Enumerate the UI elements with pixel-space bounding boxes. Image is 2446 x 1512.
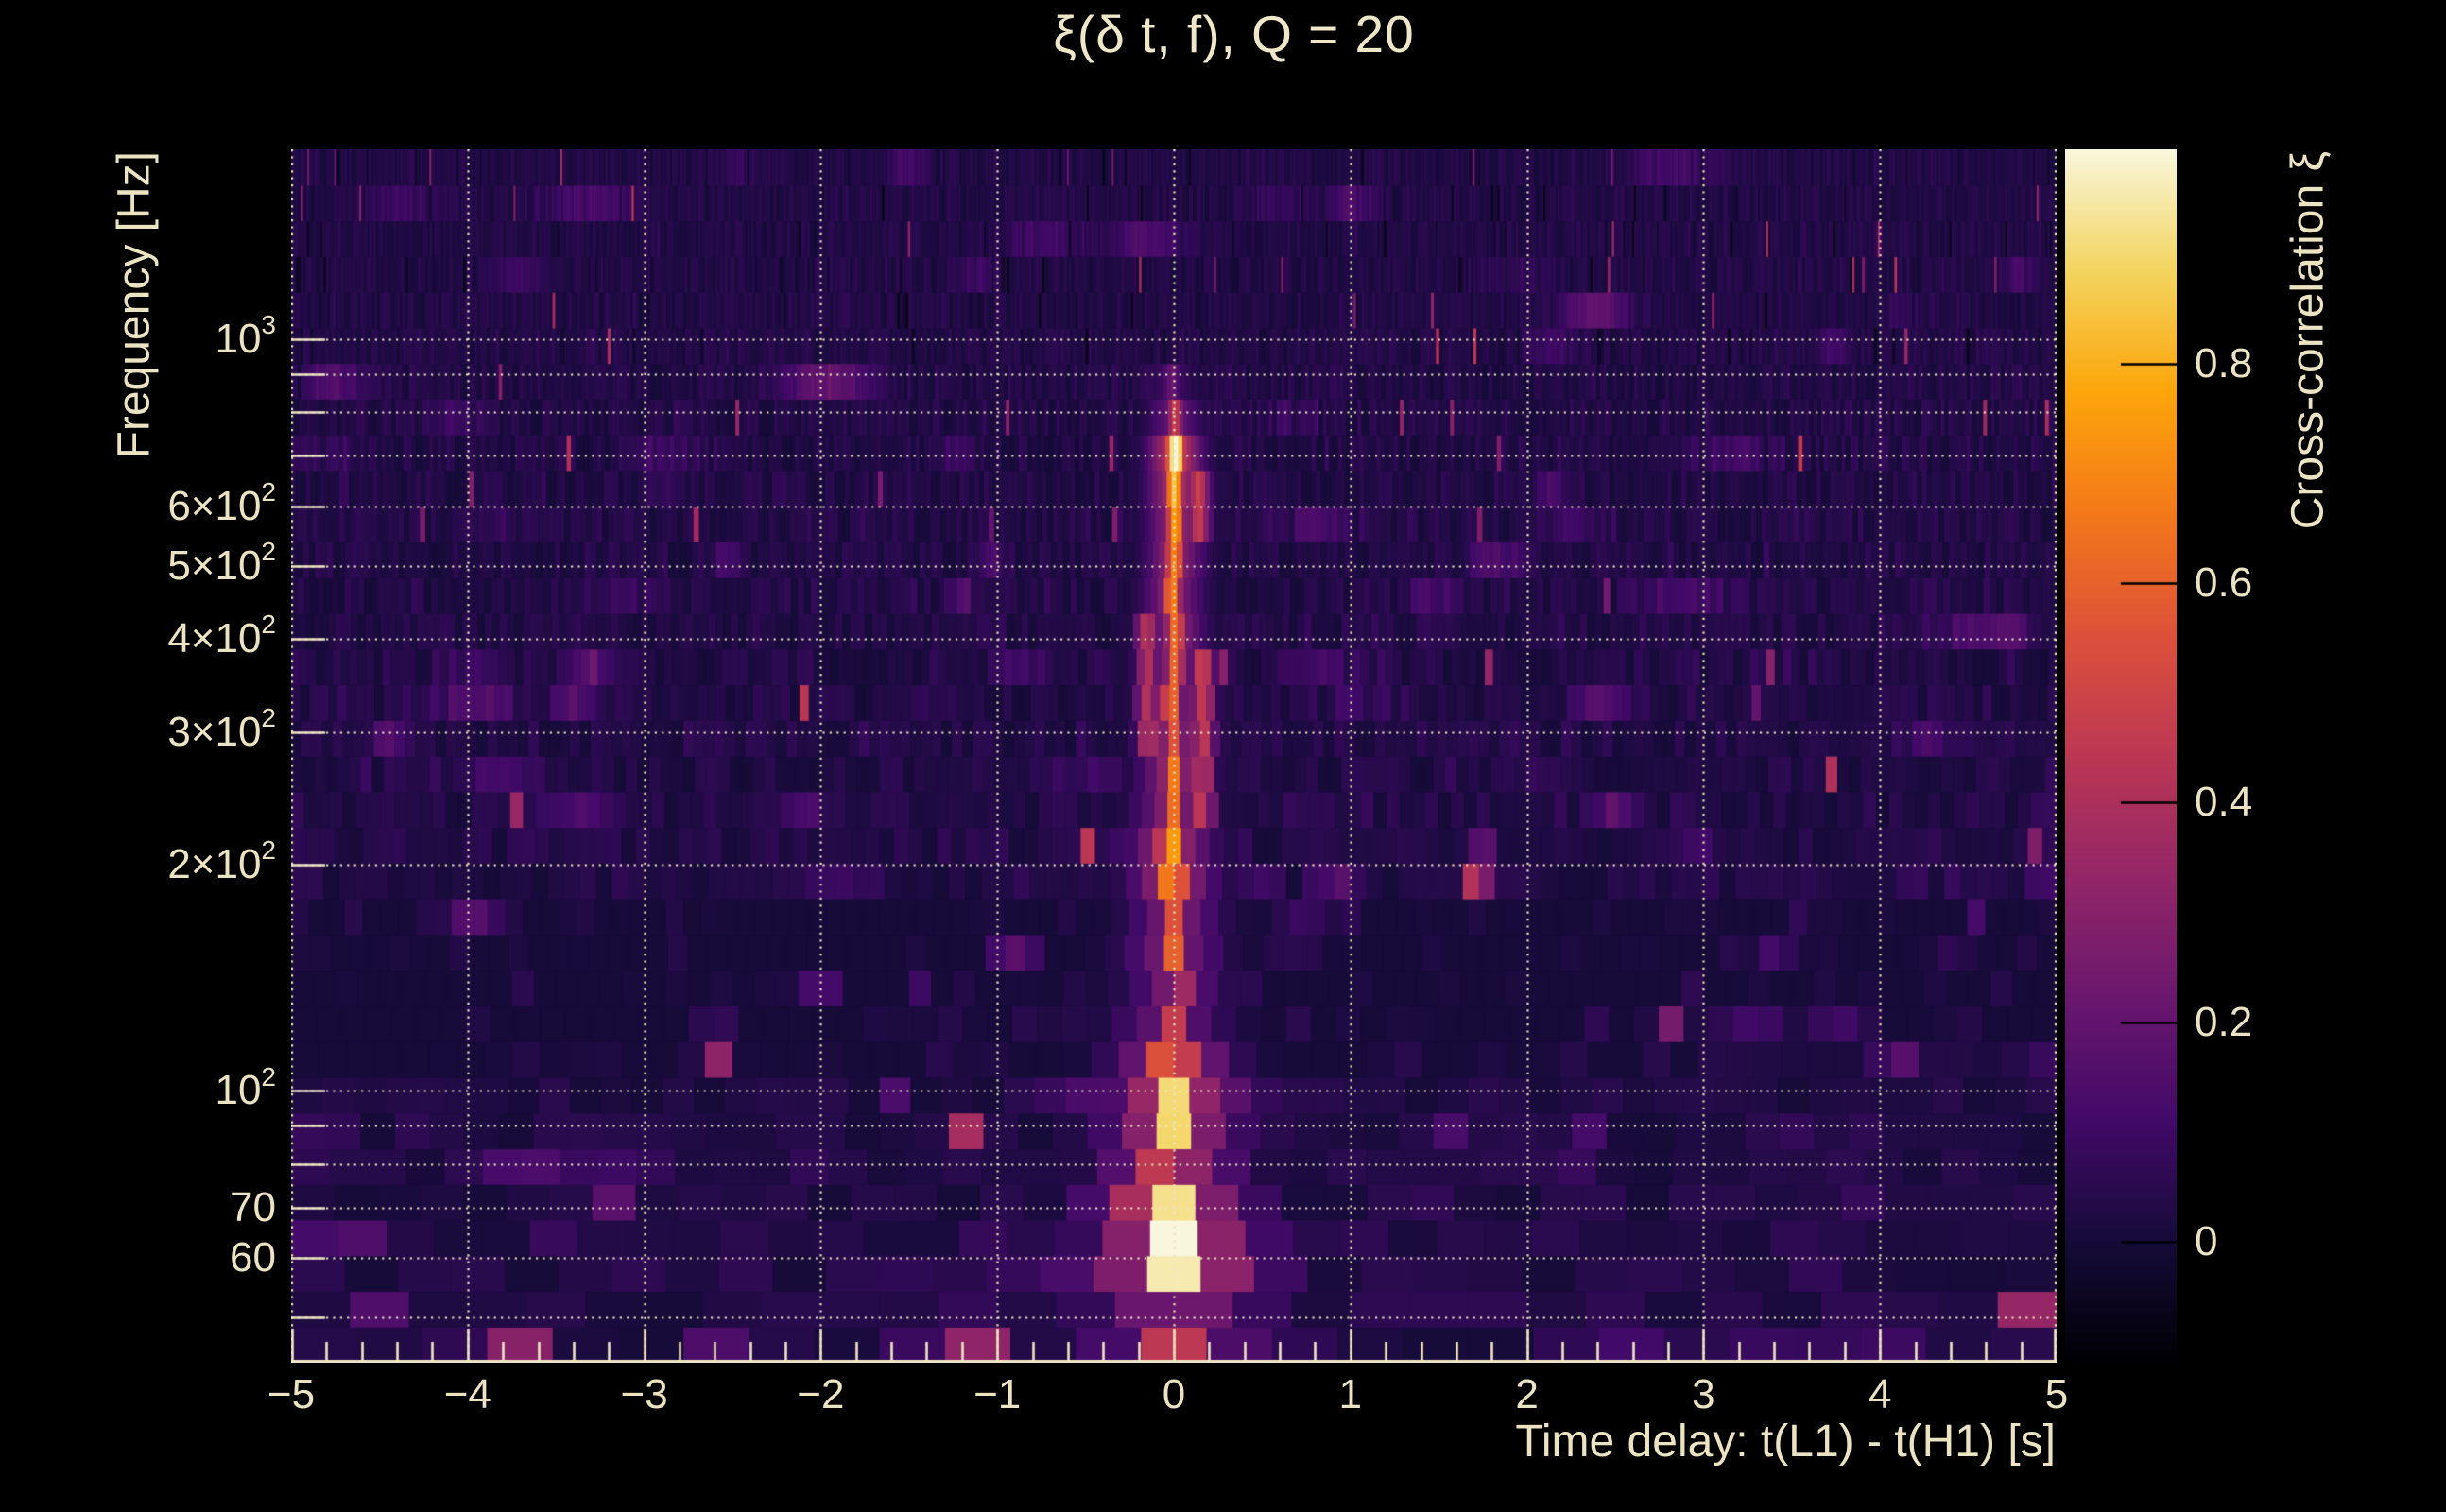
x-axis-label: Time delay: t(L1) - t(H1) [s] — [1515, 1417, 2056, 1467]
figure: ξ(δ t, f), Q = 20 Frequency [Hz] Cross-c… — [0, 0, 2446, 1512]
colorbar-tick-label: 0.4 — [2195, 779, 2253, 826]
plot-title: ξ(δ t, f), Q = 20 — [1053, 5, 1415, 63]
x-tick-label: 5 — [2044, 1371, 2069, 1418]
x-tick-label: 0 — [1162, 1371, 1186, 1418]
colorbar-tick-label: 0.8 — [2195, 339, 2253, 387]
y-tick-label: 4×102 — [167, 609, 276, 662]
y-tick-label: 102 — [215, 1061, 276, 1114]
y-tick-label: 60 — [230, 1233, 276, 1280]
x-tick-label: −5 — [267, 1371, 316, 1418]
y-axis-label: Frequency [Hz] — [109, 151, 159, 459]
colorbar-tick-label: 0.6 — [2195, 558, 2253, 606]
x-tick-label: 2 — [1515, 1371, 1539, 1418]
y-tick-label: 70 — [230, 1183, 276, 1230]
x-tick-label: −2 — [797, 1371, 845, 1418]
colorbar-tick-label: 0.2 — [2195, 998, 2253, 1045]
y-tick-label: 2×102 — [167, 835, 276, 888]
x-tick-label: −3 — [620, 1371, 668, 1418]
y-tick-label: 3×102 — [167, 703, 276, 755]
x-tick-label: 4 — [1868, 1371, 1892, 1418]
spectrogram-heatmap-canvas — [291, 149, 2057, 1363]
colorbar-canvas — [2065, 149, 2177, 1363]
x-tick-label: −4 — [443, 1371, 491, 1418]
y-tick-label: 5×102 — [167, 536, 276, 589]
colorbar-tick-label: 0 — [2195, 1218, 2218, 1265]
x-tick-label: −1 — [973, 1371, 1022, 1418]
x-tick-label: 1 — [1338, 1371, 1363, 1418]
y-tick-label: 6×102 — [167, 476, 276, 529]
y-tick-label: 103 — [215, 310, 276, 363]
x-tick-label: 3 — [1692, 1371, 1715, 1418]
